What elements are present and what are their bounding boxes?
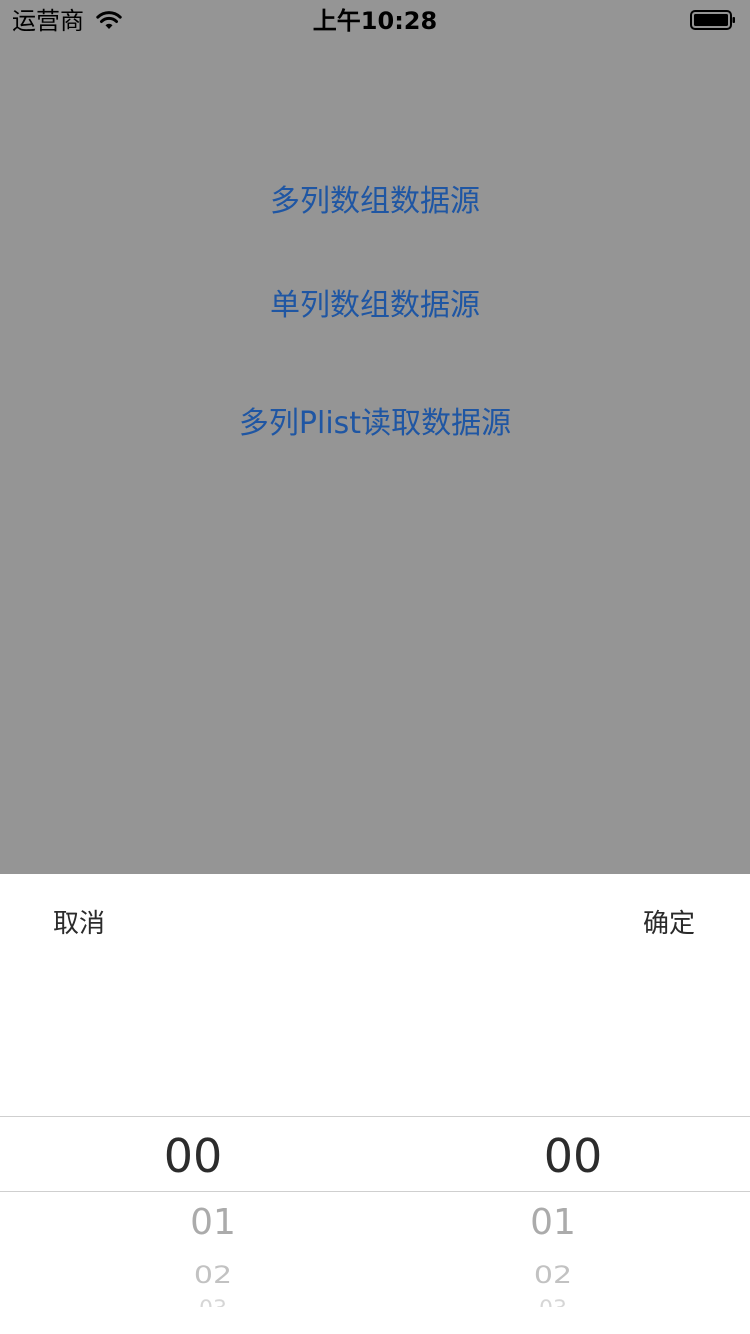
picker-column-2-selected[interactable]: 00 xyxy=(473,1128,673,1184)
picker-column-2-item[interactable]: 02 xyxy=(453,1262,653,1289)
confirm-button[interactable]: 确定 xyxy=(643,904,695,944)
multi-column-array-option[interactable]: 多列数组数据源 xyxy=(0,182,750,222)
multi-column-plist-option[interactable]: 多列Plist读取数据源 xyxy=(0,404,750,444)
picker-column-2-item[interactable]: 03 xyxy=(453,1299,653,1307)
picker-sheet: 取消 确定 00 01 02 03 00 01 02 03 xyxy=(0,874,750,1334)
picker-column-1-selected[interactable]: 00 xyxy=(93,1128,293,1184)
status-time: 上午10:28 xyxy=(312,7,438,35)
cancel-button[interactable]: 取消 xyxy=(53,904,105,944)
picker-column-2-item[interactable]: 01 xyxy=(453,1201,653,1245)
picker-column-1-item[interactable]: 02 xyxy=(113,1262,313,1289)
single-column-array-option[interactable]: 单列数组数据源 xyxy=(0,286,750,326)
picker-column-1-item[interactable]: 01 xyxy=(113,1201,313,1245)
status-bar: 运营商 上午10:28 xyxy=(0,0,750,40)
selection-indicator-top xyxy=(0,1116,750,1117)
selection-indicator-bottom xyxy=(0,1191,750,1192)
picker-column-1-item[interactable]: 03 xyxy=(113,1299,313,1307)
battery-icon xyxy=(690,10,735,30)
